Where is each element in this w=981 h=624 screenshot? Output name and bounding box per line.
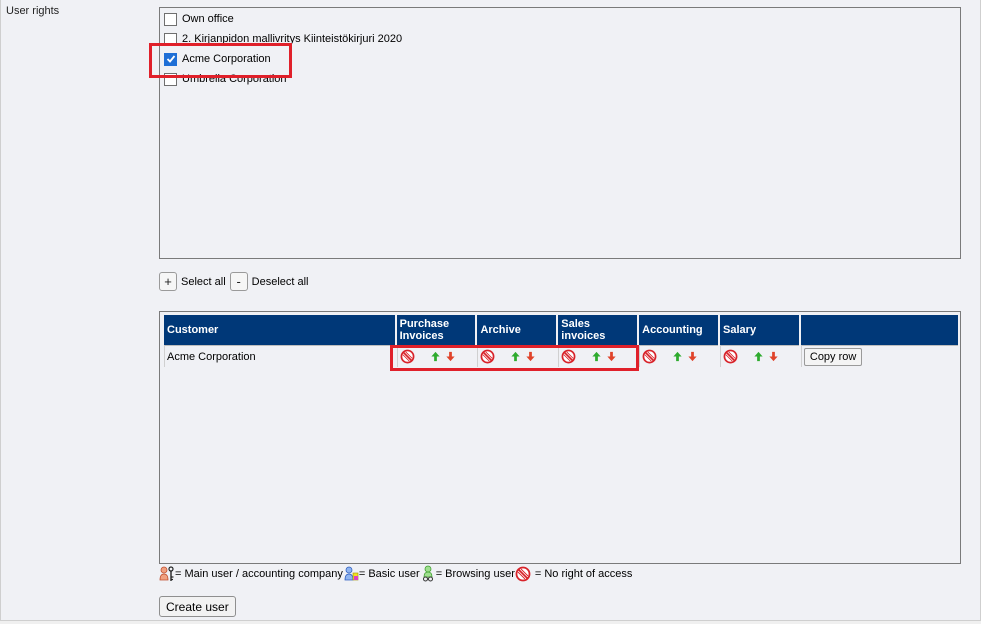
company-checkbox[interactable] bbox=[164, 12, 177, 26]
legend-basic-user: = Basic user bbox=[358, 568, 420, 580]
cell-actions: Copy row bbox=[800, 345, 958, 367]
arrow-down-icon[interactable] bbox=[606, 351, 617, 362]
deselect-all-label: Deselect all bbox=[251, 275, 309, 288]
no-access-icon[interactable] bbox=[400, 349, 415, 364]
legend: = Main user / accounting company = Basic… bbox=[159, 565, 632, 583]
arrow-down-icon[interactable] bbox=[768, 351, 779, 362]
header-customer: Customer bbox=[164, 315, 395, 345]
company-item-kirjanpidon[interactable]: 2. Kirjanpidon mallivritys Kiinteistökir… bbox=[164, 30, 402, 48]
arrow-down-icon[interactable] bbox=[687, 351, 698, 362]
arrow-up-icon[interactable] bbox=[510, 351, 521, 362]
company-item-umbrella[interactable]: Umbrella Corporation bbox=[164, 70, 287, 88]
cell-purchase-invoices-rights bbox=[396, 345, 476, 367]
header-purchase-invoices: Purchase Invoices bbox=[396, 315, 476, 345]
arrow-down-icon[interactable] bbox=[445, 351, 456, 362]
arrow-up-icon[interactable] bbox=[753, 351, 764, 362]
browsing-user-icon bbox=[422, 565, 433, 582]
copy-row-button[interactable]: Copy row bbox=[803, 347, 863, 366]
cell-salary-rights bbox=[720, 345, 799, 367]
company-checkbox-checked[interactable] bbox=[164, 52, 177, 66]
no-access-legend-icon bbox=[515, 566, 531, 582]
deselect-all-button[interactable]: - bbox=[229, 272, 248, 291]
cell-customer: Acme Corporation bbox=[164, 345, 395, 367]
cell-accounting-rights bbox=[639, 345, 719, 367]
select-all-label: Select all bbox=[181, 275, 226, 288]
select-bar: + Select all - Deselect all bbox=[159, 272, 313, 291]
rights-table-panel: Customer Purchase Invoices Archive Sales i… bbox=[159, 311, 961, 564]
company-label: Acme Corporation bbox=[182, 53, 271, 65]
cell-sales-invoices-rights bbox=[558, 345, 638, 367]
no-access-icon[interactable] bbox=[561, 349, 576, 364]
arrow-up-icon[interactable] bbox=[430, 351, 441, 362]
header-sales-invoices: Sales invoices bbox=[558, 315, 638, 345]
rights-table: Customer Purchase Invoices Archive Sales i… bbox=[162, 315, 960, 367]
header-salary: Salary bbox=[720, 315, 799, 345]
company-item-acme[interactable]: Acme Corporation bbox=[164, 50, 271, 68]
main-user-icon bbox=[159, 566, 174, 581]
select-all-button[interactable]: + bbox=[159, 272, 177, 291]
company-list[interactable]: Own office 2. Kirjanpidon mallivritys Ki… bbox=[159, 7, 961, 259]
company-checkbox[interactable] bbox=[164, 72, 177, 86]
company-checkbox[interactable] bbox=[164, 32, 177, 46]
create-user-button[interactable]: Create user bbox=[159, 596, 236, 617]
arrow-up-icon[interactable] bbox=[591, 351, 602, 362]
company-item-own-office[interactable]: Own office bbox=[164, 10, 234, 28]
section-label: User rights bbox=[6, 5, 60, 17]
header-archive: Archive bbox=[477, 315, 557, 345]
header-actions bbox=[800, 315, 958, 345]
header-accounting: Accounting bbox=[639, 315, 719, 345]
no-access-icon[interactable] bbox=[642, 349, 657, 364]
arrow-up-icon[interactable] bbox=[672, 351, 683, 362]
legend-browsing-user: = Browsing user bbox=[435, 568, 515, 580]
header-sales-l2: invoices bbox=[561, 330, 606, 342]
header-sales-l1: Sales bbox=[561, 318, 591, 330]
company-label: 2. Kirjanpidon mallivritys Kiinteistökir… bbox=[182, 33, 403, 45]
company-label: Own office bbox=[182, 13, 234, 25]
header-purchase-l2: Invoices bbox=[399, 330, 444, 342]
no-access-icon[interactable] bbox=[480, 349, 495, 364]
table-row: Acme Corporation Copy row bbox=[164, 345, 958, 367]
cell-archive-rights bbox=[477, 345, 557, 367]
legend-main-user: = Main user / accounting company bbox=[175, 568, 343, 580]
legend-no-access: = No right of access bbox=[534, 568, 633, 580]
header-purchase-l1: Purchase bbox=[399, 318, 450, 330]
company-label: Umbrella Corporation bbox=[182, 73, 287, 85]
arrow-down-icon[interactable] bbox=[525, 351, 536, 362]
basic-user-icon bbox=[344, 566, 359, 581]
no-access-icon[interactable] bbox=[723, 349, 738, 364]
